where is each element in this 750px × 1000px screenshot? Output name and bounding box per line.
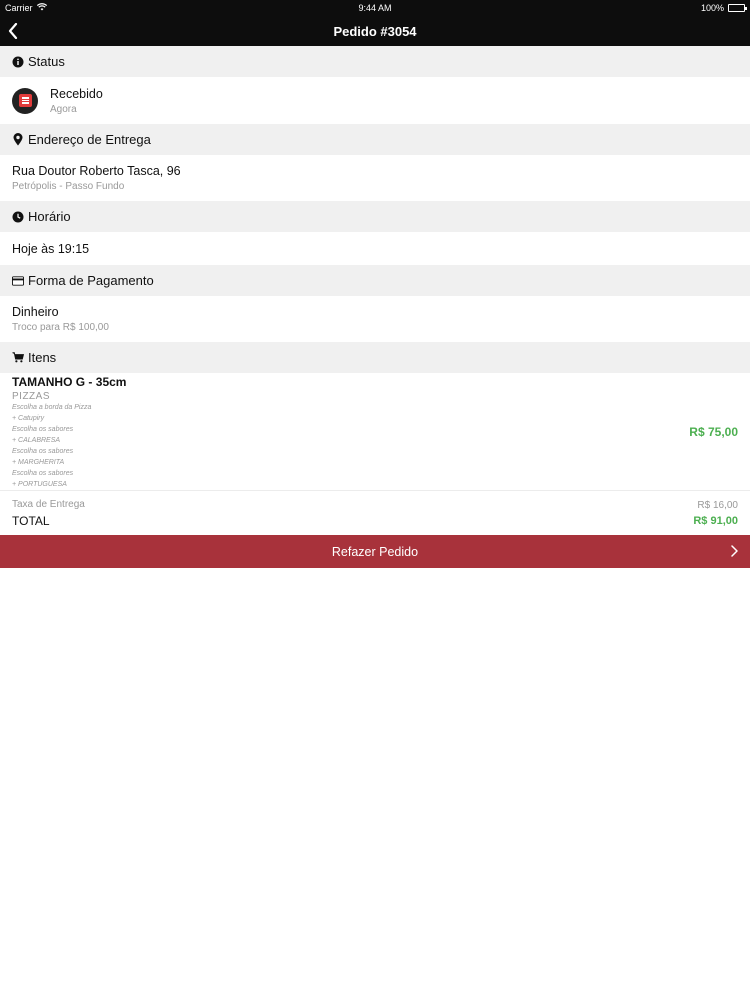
list-item[interactable]: TAMANHO G - 35cm PIZZAS Escolha a borda …	[0, 373, 750, 490]
address-section-header: Endereço de Entrega	[0, 124, 750, 155]
time-header-label: Horário	[28, 209, 71, 224]
delivery-fee-value: R$ 16,00	[697, 500, 738, 511]
info-icon	[12, 56, 24, 68]
payment-change: Troco para R$ 100,00	[12, 322, 109, 333]
address-street: Rua Doutor Roberto Tasca, 96	[12, 164, 181, 178]
status-sub: Agora	[50, 103, 77, 115]
status-bar: Carrier 9:44 AM 100%	[0, 0, 750, 16]
status-row: Recebido Agora	[0, 77, 750, 124]
reorder-button-label: Refazer Pedido	[331, 544, 419, 559]
status-time: 9:44 AM	[358, 3, 392, 13]
items-header-label: Itens	[28, 350, 57, 365]
time-row: Hoje às 19:15	[0, 232, 750, 265]
payment-header-label: Forma de Pagamento	[28, 273, 154, 288]
status-header-label: Status	[28, 54, 65, 69]
battery-percent: 100%	[700, 3, 724, 13]
item-option: Escolha os sabores	[12, 448, 74, 455]
delivery-fee-label: Taxa de Entrega	[12, 499, 85, 510]
status-right: 100%	[700, 3, 747, 13]
time-value: Hoje às 19:15	[12, 241, 90, 256]
item-category: PIZZAS	[12, 391, 51, 402]
address-row: Rua Doutor Roberto Tasca, 96 Petrópolis …	[0, 155, 750, 201]
payment-section-header: Forma de Pagamento	[0, 265, 750, 296]
status-value: Recebido	[50, 86, 103, 101]
total-value: R$ 91,00	[693, 515, 738, 527]
nav-bar: Pedido #3054	[0, 16, 750, 46]
item-option: + CALABRESA	[12, 437, 61, 444]
map-pin-icon	[12, 133, 24, 146]
total-label: TOTAL	[12, 514, 50, 528]
address-header-label: Endereço de Entrega	[28, 132, 151, 147]
reorder-button[interactable]: Refazer Pedido	[0, 535, 750, 568]
battery-icon	[728, 4, 747, 12]
order-status-icon	[12, 87, 38, 114]
chevron-left-icon	[8, 23, 18, 39]
item-option: + Catupiry	[12, 415, 45, 422]
totals: Taxa de Entrega R$ 16,00 TOTAL R$ 91,00	[0, 491, 750, 535]
payment-row: Dinheiro Troco para R$ 100,00	[0, 296, 750, 342]
clock-icon	[12, 211, 24, 223]
chevron-right-icon	[731, 545, 738, 560]
item-option: + MARGHERITA	[12, 459, 65, 466]
item-price: R$ 75,00	[689, 425, 738, 439]
item-option: Escolha os sabores	[12, 470, 74, 477]
back-button[interactable]	[6, 21, 20, 41]
page-title: Pedido #3054	[333, 23, 417, 39]
item-name: TAMANHO G - 35cm	[12, 375, 127, 389]
payment-method: Dinheiro	[12, 305, 59, 319]
items-section-header: Itens	[0, 342, 750, 373]
cart-icon	[12, 352, 24, 364]
item-option: + PORTUGUESA	[12, 481, 67, 488]
item-options: Escolha a borda da Pizza + Catupiry Esco…	[12, 402, 750, 490]
item-option: Escolha a borda da Pizza	[12, 404, 92, 411]
status-section-header: Status	[0, 46, 750, 77]
address-district: Petrópolis - Passo Fundo	[12, 181, 125, 192]
credit-card-icon	[12, 275, 24, 287]
time-section-header: Horário	[0, 201, 750, 232]
item-option: Escolha os sabores	[12, 426, 74, 433]
